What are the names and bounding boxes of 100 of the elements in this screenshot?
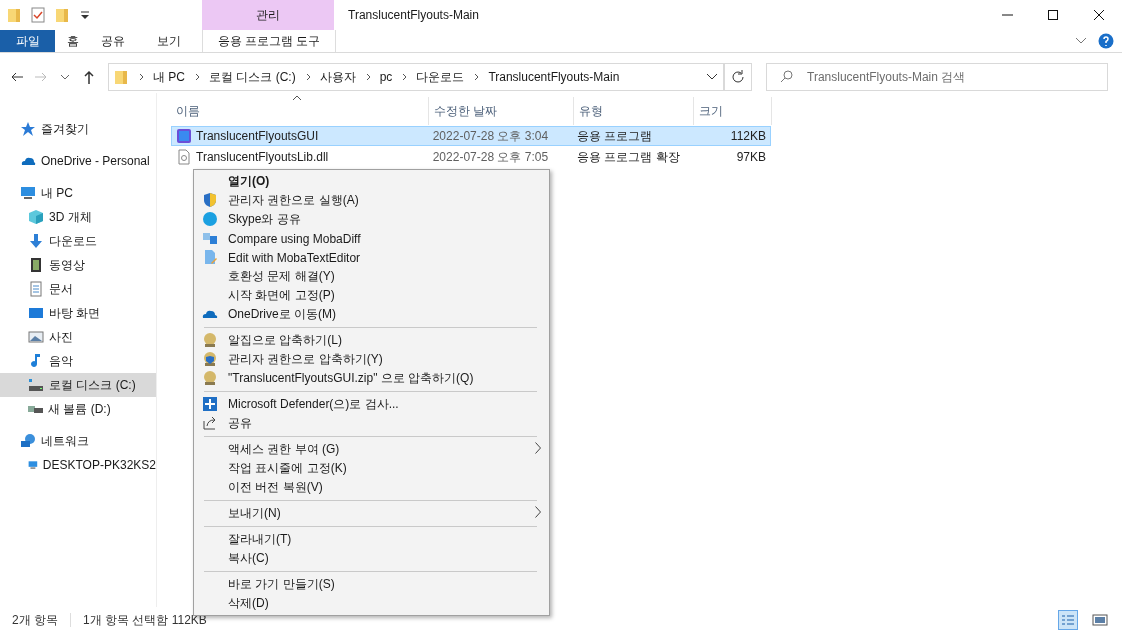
search-icon	[779, 69, 795, 85]
table-cell-text: 112KB	[729, 129, 767, 143]
breadcrumb[interactable]: TranslucentFlyouts-Main	[488, 70, 620, 84]
breadcrumb[interactable]: 로컬 디스크 (C:)	[209, 68, 296, 86]
menu-item[interactable]: Compare using MobaDiff	[228, 231, 361, 246]
image-icon	[28, 329, 44, 345]
tiles-view-icon	[1092, 613, 1108, 627]
sidebar-item[interactable]: 바탕 화면	[0, 301, 156, 325]
table-cell-text: 2022-07-28 오후 7:05	[431, 148, 550, 166]
zip-ball-icon	[202, 332, 218, 348]
zip-ball-icon	[202, 370, 218, 386]
film-icon	[28, 257, 44, 273]
file-row[interactable]: TranslucentFlyoutsLib.dll 2022-07-28 오후 7:05 응용 프로그램 확장 97KB	[171, 147, 771, 167]
search-box[interactable]: TranslucentFlyouts-Main 검색	[766, 63, 1108, 91]
close-icon	[1092, 7, 1106, 23]
menu-item[interactable]: 이전 버전 복원(V)	[228, 479, 323, 496]
menu-item[interactable]: 열기(O)	[228, 173, 270, 190]
table-cell-text: 응용 프로그램	[575, 127, 654, 145]
ribbon-tab[interactable]: 보기	[135, 30, 202, 52]
column-header[interactable]: 유형	[574, 97, 694, 125]
desktop-icon	[28, 305, 44, 321]
monitor-icon	[20, 185, 36, 201]
folder-icon	[6, 7, 22, 23]
file-name: TranslucentFlyoutsGUI	[172, 128, 429, 144]
drive-icon	[28, 377, 44, 393]
refresh-button[interactable]	[724, 63, 752, 91]
defender-shield-icon	[202, 396, 218, 412]
dll-file-icon	[176, 149, 192, 165]
ribbon-tab[interactable]: 홈	[55, 30, 90, 52]
sort-caret-icon	[291, 94, 303, 102]
menu-item[interactable]: "TranslucentFlyoutsGUI.zip" 으로 압축하기(Q)	[228, 370, 474, 387]
menu-item[interactable]: 바로 가기 만들기(S)	[228, 576, 335, 593]
table-cell-text: 97KB	[735, 150, 767, 164]
sidebar-item[interactable]: OneDrive - Personal	[0, 149, 156, 173]
sidebar-item[interactable]: 3D 개체	[0, 205, 156, 229]
item-count: 2개 항목	[12, 611, 58, 629]
document-icon	[28, 281, 44, 297]
column-header[interactable]: 수정한 날짜	[429, 97, 574, 125]
menu-item[interactable]: 관리자 권한으로 압축하기(Y)	[228, 351, 383, 368]
sidebar-item[interactable]: 내 PC	[0, 181, 156, 205]
file-row[interactable]: TranslucentFlyoutsGUI 2022-07-28 오후 3:04 응용 프로그램 112KB	[171, 126, 771, 146]
shield-icon	[202, 192, 218, 208]
refresh-icon	[730, 69, 746, 85]
sidebar-item[interactable]: 문서	[0, 277, 156, 301]
sidebar-item[interactable]: 즐겨찾기	[0, 117, 156, 141]
sidebar-item[interactable]: 새 볼륨 (D:)	[0, 397, 156, 421]
sidebar-item[interactable]: 음악	[0, 349, 156, 373]
breadcrumb[interactable]: 다운로드	[416, 68, 465, 86]
sidebar-item[interactable]: 네트워크	[0, 429, 156, 453]
sidebar-item[interactable]: 사진	[0, 325, 156, 349]
menu-item[interactable]: 공유	[228, 415, 252, 432]
ribbon-tab[interactable]: 파일	[0, 30, 55, 52]
cube-icon	[28, 209, 44, 225]
network-icon	[20, 433, 36, 449]
search-field[interactable]: TranslucentFlyouts-Main 검색	[805, 69, 1107, 85]
zip-ball-shield-icon	[202, 351, 218, 367]
ribbon-tab[interactable]: 응용 프로그램 도구	[202, 30, 336, 52]
column-header[interactable]: 크기	[694, 97, 772, 125]
column-header[interactable]: 이름	[171, 97, 429, 125]
menu-item[interactable]: Microsoft Defender(으)로 검사...	[228, 396, 399, 413]
context-tab-group: 관리	[202, 0, 334, 30]
menu-item[interactable]: 삭제(D)	[228, 595, 269, 612]
menu-item[interactable]: 액세스 권한 부여 (G)	[228, 441, 340, 458]
app-icon	[176, 128, 192, 144]
menu-item[interactable]: 알집으로 압축하기(L)	[228, 332, 342, 349]
menu-item[interactable]: 복사(C)	[228, 550, 269, 567]
compare-icon	[202, 230, 218, 246]
share-icon	[202, 415, 218, 431]
skype-icon	[202, 211, 218, 227]
minimize-icon	[1001, 14, 1013, 16]
menu-item[interactable]: 작업 표시줄에 고정(K)	[228, 460, 347, 477]
menu-item[interactable]: 잘라내기(T)	[228, 531, 292, 548]
maximize-icon	[1046, 7, 1060, 23]
menu-item[interactable]: 보내기(N)	[228, 505, 281, 522]
sidebar-item[interactable]: 로컬 디스크 (C:)	[0, 373, 156, 397]
menu-item[interactable]: 호환성 문제 해결(Y)	[228, 268, 335, 285]
table-cell-text: 응용 프로그램 확장	[575, 148, 681, 166]
help-icon	[1098, 33, 1114, 49]
table-cell-text: 2022-07-28 오후 3:04	[431, 127, 550, 145]
menu-item[interactable]: Skype와 공유	[228, 211, 301, 228]
document-pencil-icon	[202, 249, 218, 265]
sidebar-item[interactable]: 다운로드	[0, 229, 156, 253]
checklist-icon	[30, 7, 46, 23]
menu-item[interactable]: Edit with MobaTextEditor	[228, 250, 361, 265]
menu-item[interactable]: 관리자 권한으로 실행(A)	[228, 192, 359, 209]
breadcrumb[interactable]: 사용자	[319, 68, 356, 86]
menu-item[interactable]: OneDrive로 이동(M)	[228, 306, 336, 323]
star-icon	[20, 121, 36, 137]
breadcrumb[interactable]: pc	[379, 70, 393, 84]
download-icon	[28, 233, 44, 249]
sidebar-item[interactable]: DESKTOP-PK32KS2	[0, 453, 156, 477]
details-view-icon	[1060, 613, 1076, 627]
drive-icon	[28, 405, 43, 413]
menu-item[interactable]: 시작 화면에 고정(P)	[228, 287, 335, 304]
file-name: TranslucentFlyoutsLib.dll	[172, 149, 429, 165]
breadcrumb[interactable]: 내 PC	[153, 68, 185, 86]
folder-icon	[113, 69, 129, 85]
sidebar-item[interactable]: 동영상	[0, 253, 156, 277]
ribbon-tab[interactable]: 공유	[90, 30, 135, 52]
address-bar[interactable]: 내 PC 로컬 디스크 (C:) 사용자 pc 다운로드 TranslucentFlyouts-Main	[108, 63, 724, 91]
